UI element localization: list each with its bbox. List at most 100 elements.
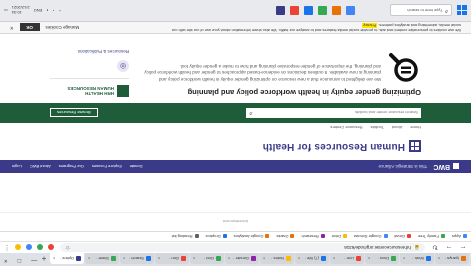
browser-tab[interactable]: Optimi · × (50, 253, 84, 264)
tab-title: Sheet · (96, 256, 109, 261)
article: Optimizing gender equity in health workf… (0, 22, 471, 103)
tab-close-icon[interactable]: × (298, 256, 300, 261)
tab-close-icon[interactable]: × (193, 256, 195, 261)
site-nav-home[interactable]: Home (410, 126, 421, 131)
global-link-about[interactable]: About BWC (30, 164, 51, 169)
reload-icon[interactable]: ↻ (431, 244, 439, 252)
browser-tab[interactable]: Gender · × (225, 253, 259, 264)
tab-favicon-icon (426, 256, 431, 261)
new-tab-button[interactable]: + (39, 253, 49, 264)
taskbar-app-icon[interactable] (318, 6, 327, 15)
cookie-ok-button[interactable]: OK (19, 23, 40, 32)
tab-close-icon[interactable]: × (228, 256, 230, 261)
screen: Iyanya · × Work · × Docs · × Live · × (7) We · × N… (0, 0, 471, 266)
bookmark-item[interactable]: Grants (276, 234, 295, 239)
close-window-icon[interactable]: × (4, 257, 8, 263)
site-title: Human Resources for Health (262, 141, 405, 152)
bookmark-item[interactable]: Dropbox (206, 234, 227, 239)
bookmark-item[interactable]: Gmail (395, 234, 411, 239)
url-input[interactable]: 🔒 hrhresourcecenter.org/node/6316 ☆ (60, 243, 425, 252)
star-icon[interactable]: ☆ (65, 244, 70, 251)
taskbar: ⌕ Type here to search ^ ◔ ◖ ENG 10:34 2/… (0, 0, 471, 22)
tab-close-icon[interactable]: × (333, 256, 335, 261)
network-icon[interactable]: ◔ (53, 8, 55, 13)
bookmark-item[interactable]: Family Tree (418, 234, 445, 239)
browser-tab[interactable]: Docs · × (365, 253, 399, 264)
tab-close-icon[interactable]: × (53, 256, 55, 261)
browser-tab[interactable]: Notes · × (260, 253, 294, 264)
chevron-up-icon[interactable]: ^ (59, 8, 61, 13)
tab-title: Work · (412, 256, 424, 261)
bookmark-item[interactable]: Research (301, 234, 325, 239)
browser-tab[interactable]: Iyanya · × (435, 253, 469, 264)
global-tagline: This is Strategic Alliance (378, 164, 428, 169)
browser-tab[interactable]: Live · × (330, 253, 364, 264)
bookmark-item[interactable]: Google Analytics (234, 234, 270, 239)
browser-tab[interactable]: Sheet · × (85, 253, 119, 264)
tab-favicon-icon (216, 256, 221, 261)
extension-icon[interactable] (48, 244, 54, 251)
search-box: ⌕ (246, 108, 421, 118)
tab-favicon-icon (391, 256, 396, 261)
tab-close-icon[interactable]: × (438, 256, 440, 261)
bookmark-label: Apps (451, 234, 461, 239)
tab-close-icon[interactable]: × (368, 256, 370, 261)
menu-icon[interactable]: ⋮ (4, 244, 10, 251)
global-link-programs[interactable]: Our Programs (59, 164, 84, 169)
tab-close-icon[interactable]: × (403, 256, 405, 261)
browser-tab[interactable]: Grid · × (190, 253, 224, 264)
maximize-icon[interactable]: □ (18, 257, 22, 263)
taskbar-app-icon[interactable] (332, 6, 341, 15)
global-link-donate[interactable]: Donate (130, 164, 143, 169)
resources-link[interactable]: Resources & Publications (50, 49, 129, 54)
tab-close-icon[interactable]: × (158, 256, 160, 261)
browser-tab[interactable]: (7) We · × (295, 253, 329, 264)
taskbar-app-icon[interactable] (304, 6, 313, 15)
bookmark-item[interactable]: Reading list (172, 234, 199, 239)
browse-resources-button[interactable]: Browse Resources (50, 108, 98, 118)
site-nav-resource-centers[interactable]: Resource Centers (330, 126, 362, 131)
bookmark-favicon-icon (383, 234, 388, 239)
tab-close-icon[interactable]: × (88, 256, 90, 261)
extension-icon[interactable] (37, 244, 43, 251)
minimize-icon[interactable]: — (31, 257, 37, 263)
back-icon[interactable]: ← (459, 244, 467, 251)
browser-tab[interactable]: Work · × (400, 253, 434, 264)
taskbar-app-icon[interactable] (290, 6, 299, 15)
clock[interactable]: 10:34 2/12/2021 (12, 6, 30, 16)
bookmark-item[interactable]: Google Scholar (354, 234, 388, 239)
taskbar-search[interactable]: ⌕ Type here to search (390, 4, 452, 17)
manage-cookies-link[interactable]: Manage Cookies (46, 25, 80, 30)
cookie-close-icon[interactable]: × (10, 25, 14, 31)
bookmark-item[interactable]: Drive (332, 234, 347, 239)
tab-title: Gen · (168, 256, 179, 261)
profile-avatar[interactable] (15, 244, 21, 251)
privacy-link[interactable]: Privacy (362, 23, 378, 29)
site-nav-toolkits[interactable]: Toolkits (371, 126, 384, 131)
search-input[interactable] (252, 110, 418, 116)
extension-icon[interactable] (26, 244, 32, 251)
language-indicator[interactable]: ENG (34, 8, 43, 13)
tab-strip: Iyanya · × Work · × Docs · × Live · × (7) We · × N… (0, 253, 471, 266)
global-link-login[interactable]: Login (12, 164, 22, 169)
bookmark-label: Grants (276, 234, 289, 239)
tab-close-icon[interactable]: × (263, 256, 265, 261)
volume-icon[interactable]: ◖ (46, 8, 48, 13)
bwc-logo[interactable]: BWC (433, 163, 459, 170)
tab-close-icon[interactable]: × (123, 256, 125, 261)
forward-icon[interactable]: → (445, 244, 453, 251)
taskbar-app-icon[interactable] (276, 6, 285, 15)
notification-icon[interactable]: ▭ (4, 8, 8, 13)
taskbar-app-icon[interactable] (346, 6, 355, 15)
bookmark-label: Research (301, 234, 319, 239)
browser-tab[interactable]: Gen · × (155, 253, 189, 264)
global-link-focuses[interactable]: Explore Focuses (92, 164, 122, 169)
bookmark-item[interactable]: Apps (452, 234, 467, 239)
hrh-badge[interactable]: HRH HEALTH HUMAN RESOURCES (50, 85, 129, 97)
browser-tab[interactable]: Search · × (120, 253, 154, 264)
search-icon[interactable]: ⌕ (249, 110, 252, 117)
windows-start-icon[interactable] (457, 5, 467, 16)
hrh-logo[interactable]: Human Resources for Health (262, 140, 421, 153)
site-nav-about[interactable]: About (392, 126, 402, 131)
article-title[interactable]: Optimizing gender equity in health workf… (141, 88, 421, 97)
